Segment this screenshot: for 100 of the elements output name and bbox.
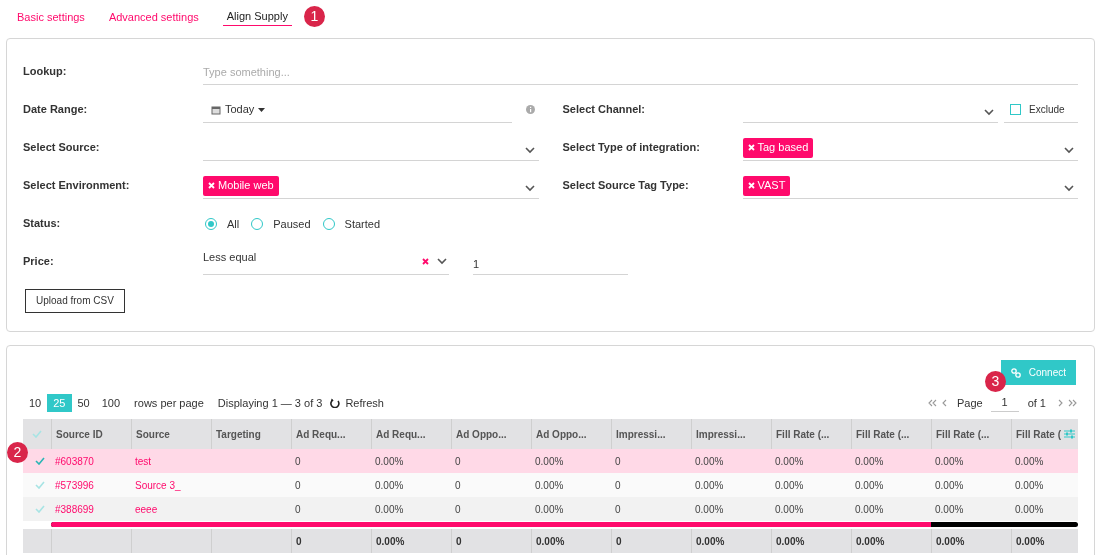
radio-label: Paused xyxy=(273,216,311,232)
remove-icon[interactable] xyxy=(747,144,755,151)
field-label: Lookup: xyxy=(23,64,68,79)
field-label: Select Type of integration: xyxy=(562,140,701,155)
table-link[interactable]: eeee xyxy=(135,501,158,517)
selected-tag[interactable]: Mobile web xyxy=(203,175,279,196)
chevron-down-icon xyxy=(524,185,535,192)
info-icon xyxy=(525,105,535,114)
table-link[interactable]: Source 3_ xyxy=(135,477,181,493)
tab[interactable]: Align Supply xyxy=(222,8,292,26)
table-cell-text: 0.00% xyxy=(1015,478,1044,493)
tab[interactable]: Advanced settings xyxy=(108,8,199,26)
table-cell-text: 0.00% xyxy=(535,502,564,517)
table-cell-text: 0.00% xyxy=(935,454,964,469)
field-label: Price: xyxy=(23,254,55,269)
page-size-option[interactable]: 50 xyxy=(71,394,96,412)
table-link[interactable]: test xyxy=(135,453,152,469)
table-cell-text: 0.00% xyxy=(1015,502,1044,517)
table-row[interactable]: #603870 test 0 0.00% 0 0.00% 0 0.00% 0.00% 0.00% 0.00% 0.00% xyxy=(23,449,1078,473)
lookup-field[interactable]: Type something... xyxy=(203,59,1078,85)
page-count: of 1 xyxy=(1027,395,1046,411)
total-cell-text: 0 xyxy=(296,534,302,549)
total-cell-text: 0.00% xyxy=(376,534,405,549)
date-range-dropdown[interactable]: Today xyxy=(203,97,512,123)
remove-icon[interactable] xyxy=(208,182,215,189)
radio-label: All xyxy=(227,216,240,232)
clear-icon[interactable] xyxy=(422,258,429,265)
table-cell-text: 0 xyxy=(455,454,461,469)
selected-tag[interactable]: Tag based xyxy=(742,137,814,158)
chevron-down-icon xyxy=(1064,185,1074,192)
checkmark-icon[interactable] xyxy=(35,481,45,489)
field-label: Status: xyxy=(23,216,62,231)
total-cell-text: 0.00% xyxy=(856,534,885,549)
table-cell-text: 0 xyxy=(615,502,621,517)
refresh-button[interactable]: Refresh xyxy=(330,394,384,412)
select-field[interactable]: VAST xyxy=(742,173,1078,199)
total-cell-text: 0.00% xyxy=(1016,534,1045,549)
table-cell-text: 0.00% xyxy=(535,478,564,493)
total-cell-text: 0.00% xyxy=(776,534,805,549)
link-icon xyxy=(1010,367,1021,378)
table-cell-text: 0.00% xyxy=(775,502,804,517)
checkmark-icon[interactable] xyxy=(35,457,45,465)
table-cell-text: 0.00% xyxy=(695,478,724,493)
page-field[interactable]: 1 xyxy=(990,394,1019,412)
first-page-icon[interactable] xyxy=(926,399,939,407)
last-page-icon[interactable] xyxy=(1066,399,1078,407)
table-cell-text: 0.00% xyxy=(375,454,404,469)
checkbox[interactable] xyxy=(1010,104,1021,115)
radio-label: Started xyxy=(344,216,380,232)
tab[interactable]: Basic settings xyxy=(17,8,85,26)
table-cell-text: 0.00% xyxy=(855,502,884,517)
total-cell-text: 0.00% xyxy=(536,534,565,549)
callout-badge: 1 xyxy=(304,6,325,27)
checkbox-label: Exclude xyxy=(1029,103,1065,117)
page-size-option[interactable]: 10 xyxy=(23,394,48,412)
page-label: Page xyxy=(956,395,983,411)
field-label: Date Range: xyxy=(23,102,89,117)
table-cell-text: 0.00% xyxy=(375,478,404,493)
calendar-icon xyxy=(211,104,221,115)
table-cell-text: 0.00% xyxy=(935,502,964,517)
table-cell-text: 0 xyxy=(295,478,301,493)
field-label: Select Source: xyxy=(23,140,101,155)
field-label: Select Source Tag Type: xyxy=(562,178,690,193)
select-field[interactable]: Tag based xyxy=(742,135,1078,161)
table-cell-text: 0.00% xyxy=(375,502,404,517)
total-cell-text: 0 xyxy=(456,534,462,549)
operator-value: Less equal xyxy=(203,250,258,265)
table-link[interactable]: #388699 xyxy=(55,501,94,517)
table-cell-text: 0 xyxy=(455,502,461,517)
table-cell-text: 0.00% xyxy=(1015,454,1044,469)
table-row[interactable]: #573996 Source 3_ 0 0.00% 0 0.00% 0 0.00% 0.00% 0.00% 0.00% 0.00% xyxy=(23,473,1078,497)
table-cell-text: 0.00% xyxy=(855,454,884,469)
table-cell-text: 0.00% xyxy=(775,454,804,469)
table-cell-text: 0.00% xyxy=(535,454,564,469)
price-field[interactable]: 1 xyxy=(473,249,628,275)
rows-per-page-label: rows per page xyxy=(134,395,204,411)
checkmark-icon[interactable] xyxy=(35,505,45,513)
caret-icon xyxy=(258,107,266,112)
table-link[interactable]: #603870 xyxy=(55,453,94,469)
chevron-down-icon xyxy=(1064,147,1074,154)
operator-dropdown[interactable]: Less equal xyxy=(203,249,449,275)
total-cell-text: 0.00% xyxy=(936,534,965,549)
total-cell-text: 0.00% xyxy=(696,534,725,549)
table-cell-text: 0 xyxy=(455,478,461,493)
total-cell-text: 0 xyxy=(616,534,622,549)
callout-badge: 3 xyxy=(985,371,1006,392)
chevron-down-icon xyxy=(524,147,535,154)
chevron-down-icon xyxy=(984,109,994,116)
upload-csv-button[interactable]: Upload from CSV xyxy=(25,288,125,313)
remove-icon[interactable] xyxy=(747,182,755,189)
table-cell-text: 0.00% xyxy=(855,478,884,493)
table-row[interactable]: #388699 eeee 0 0.00% 0 0.00% 0 0.00% 0.00% 0.00% 0.00% 0.00% xyxy=(23,497,1078,521)
selected-tag[interactable]: VAST xyxy=(742,175,791,196)
table-link[interactable]: #573996 xyxy=(55,477,94,493)
select-field[interactable]: Mobile web xyxy=(203,173,539,199)
table-cell-text: 0.00% xyxy=(775,478,804,493)
table-cell-text: 0.00% xyxy=(695,502,724,517)
date-value: Today xyxy=(225,102,255,118)
page-size-option[interactable]: 100 xyxy=(95,394,127,412)
table-cell-text: 0 xyxy=(295,502,301,517)
